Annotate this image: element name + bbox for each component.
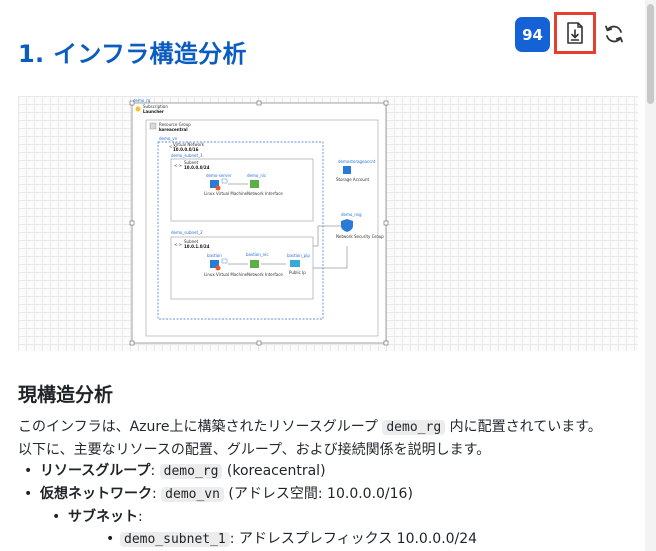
intro-paragraph: このインフラは、Azure上に構築されたリソースグループ demo_rg 内に配… [18, 419, 602, 458]
storage-name: demostorageaccnt [338, 159, 376, 164]
subscription-name: Launcher [143, 109, 164, 114]
pip-type: Public Ip [289, 270, 306, 275]
key-icon [135, 106, 141, 112]
nic1-type: Network Interface [247, 191, 283, 196]
rg-location: koreacentral [159, 127, 188, 132]
nsg-name: demo_nsg [341, 212, 362, 217]
list-item: サブネット: demo_subnet_1: アドレスプレフィックス 10.0.0… [40, 506, 618, 551]
inline-code: demo_subnet_1 [120, 532, 230, 547]
nsg-type: Network Security Group [336, 234, 384, 239]
list-item: 仮想ネットワーク: demo_vn (アドレス空間: 10.0.0.0/16) … [18, 483, 618, 551]
vm2-name: bastion [207, 253, 222, 258]
subnet1-name: demo_subnet_1 [171, 153, 203, 158]
refresh-icon [605, 25, 623, 43]
page-title: 1. インフラ構造分析 [18, 40, 247, 68]
scrollbar-thumb[interactable] [647, 4, 654, 104]
vnet-cidr: 10.0.0.0/16 [173, 147, 199, 152]
vnet-name: demo_vn [159, 136, 178, 141]
resource-list: リソースグループ: demo_rg (koreacentral) 仮想ネットワー… [18, 460, 618, 551]
vm2-type: Linux Virtual Machine [204, 272, 248, 277]
subnet2-name: demo_subnet_2 [171, 230, 203, 235]
refresh-button[interactable] [602, 22, 626, 46]
section-title: 現構造分析 [18, 384, 114, 406]
list-item: demo_subnet_1: アドレスプレフィックス 10.0.0.0/24 [68, 528, 618, 551]
public-ip-icon [290, 260, 300, 267]
subnet2-cidr: 10.0.1.0/24 [184, 244, 210, 249]
storage-icon [343, 166, 351, 174]
diagram-top-label: demo_rg [133, 98, 151, 103]
subnet-icon: <·> [174, 163, 182, 168]
file-download-icon [567, 22, 583, 44]
storage-type: Storage Account [336, 177, 370, 182]
architecture-diagram[interactable]: demo_rg Subscription Launcher Resource G… [18, 96, 638, 351]
vm1-type: Linux Virtual Machine [204, 191, 248, 196]
subnet1-cidr: 10.0.0.0/24 [184, 165, 210, 170]
nic-icon [250, 180, 259, 188]
nic1-name: demo_nic [247, 173, 266, 178]
nic2-type: Network Interface [247, 272, 283, 277]
nic2-name: bastion_nic [246, 252, 269, 257]
pip-name: bastion_pip [287, 253, 310, 258]
inline-code: demo_vn [161, 487, 224, 502]
export-button[interactable] [554, 12, 596, 54]
resource-group-icon [149, 122, 157, 130]
inline-code: demo_rg [382, 420, 446, 435]
subnet-icon: <·> [174, 242, 182, 247]
nic-icon [250, 260, 259, 268]
diagram-canvas: demo_rg Subscription Launcher Resource G… [129, 98, 389, 346]
scrollbar[interactable] [645, 0, 656, 551]
list-item: リソースグループ: demo_rg (koreacentral) [18, 460, 618, 483]
inline-code: demo_rg [159, 464, 223, 479]
vm1-name: demo-server [206, 173, 232, 178]
score-badge: 94 [515, 17, 550, 52]
